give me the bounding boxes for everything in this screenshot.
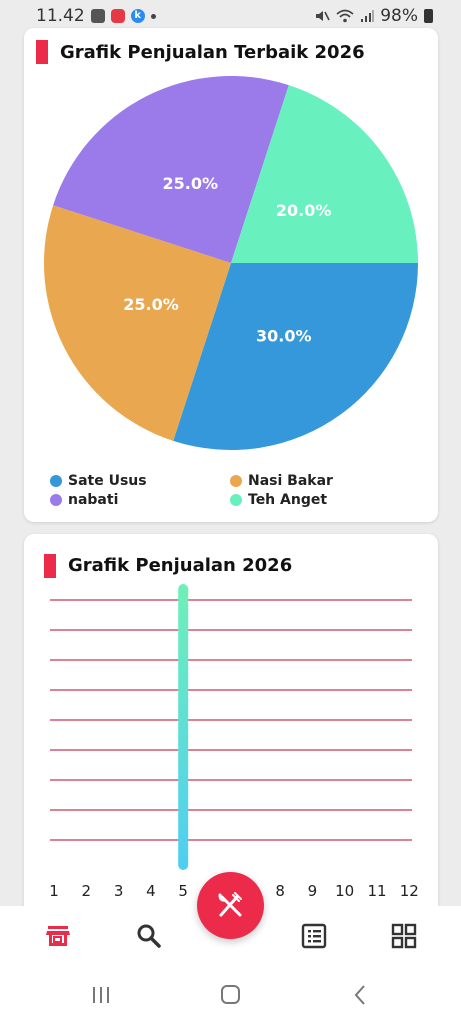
battery-percent: 98%: [380, 6, 418, 26]
legend-swatch: [50, 475, 62, 487]
x-tick-label: 9: [308, 882, 318, 900]
more-notifications-icon: [150, 13, 156, 19]
pie-slice-label: 20.0%: [276, 201, 332, 220]
home-icon[interactable]: [219, 984, 243, 1006]
list-icon: [301, 923, 327, 949]
signal-icon: [361, 10, 375, 22]
store-icon: [46, 926, 70, 946]
x-tick-label: 5: [178, 882, 188, 900]
legend-swatch: [230, 475, 242, 487]
legend-label: nabati: [68, 492, 119, 508]
wifi-icon: [336, 9, 354, 23]
x-tick-label: 1: [49, 882, 59, 900]
bar: [178, 584, 189, 870]
app-notification-icon: [110, 9, 125, 23]
pie-slice-label: 25.0%: [162, 174, 218, 193]
legend-label: Sate Usus: [68, 473, 147, 489]
legend-label: Nasi Bakar: [248, 473, 333, 489]
pie-chart: 30.0% 25.0% 25.0% 20.0%: [44, 76, 418, 450]
search-icon: [137, 924, 161, 948]
legend-swatch: [230, 494, 242, 506]
x-tick-label: 2: [82, 882, 92, 900]
legend-swatch: [50, 494, 62, 506]
nav-search-button[interactable]: [135, 922, 165, 952]
pie-slice-label: 30.0%: [256, 327, 312, 346]
nav-grid-button[interactable]: [390, 922, 420, 952]
legend-label: Teh Anget: [248, 492, 328, 508]
x-tick-label: 11: [367, 882, 386, 900]
menu-fab-button[interactable]: [197, 872, 264, 939]
status-bar: 11.42 k 98%: [0, 0, 461, 30]
x-tick-label: 12: [400, 882, 419, 900]
nav-store-button[interactable]: [44, 922, 74, 952]
legend-item: Teh Anget: [230, 492, 327, 508]
legend-item: Nasi Bakar: [230, 473, 333, 489]
x-tick-label: 3: [114, 882, 124, 900]
k-app-notification-icon: k: [130, 9, 145, 23]
back-icon[interactable]: [349, 984, 373, 1006]
x-tick-label: 10: [335, 882, 354, 900]
status-time: 11.42: [36, 6, 85, 26]
pie-slice-label: 25.0%: [123, 295, 179, 314]
x-tick-label: 4: [146, 882, 156, 900]
battery-icon: [424, 9, 433, 23]
legend-item: Sate Usus: [50, 473, 147, 489]
legend-item: nabati: [50, 492, 118, 508]
mute-icon: [316, 11, 330, 21]
best-sales-card: Grafik Penjualan Terbaik 2026 30.0% 25.0%…: [24, 28, 438, 522]
gallery-notification-icon: [90, 9, 105, 23]
x-tick-label: 8: [275, 882, 285, 900]
recent-apps-icon[interactable]: [89, 984, 113, 1006]
nav-list-button[interactable]: [300, 922, 330, 952]
fork-knife-icon: [218, 892, 242, 917]
grid-icon: [391, 923, 417, 949]
